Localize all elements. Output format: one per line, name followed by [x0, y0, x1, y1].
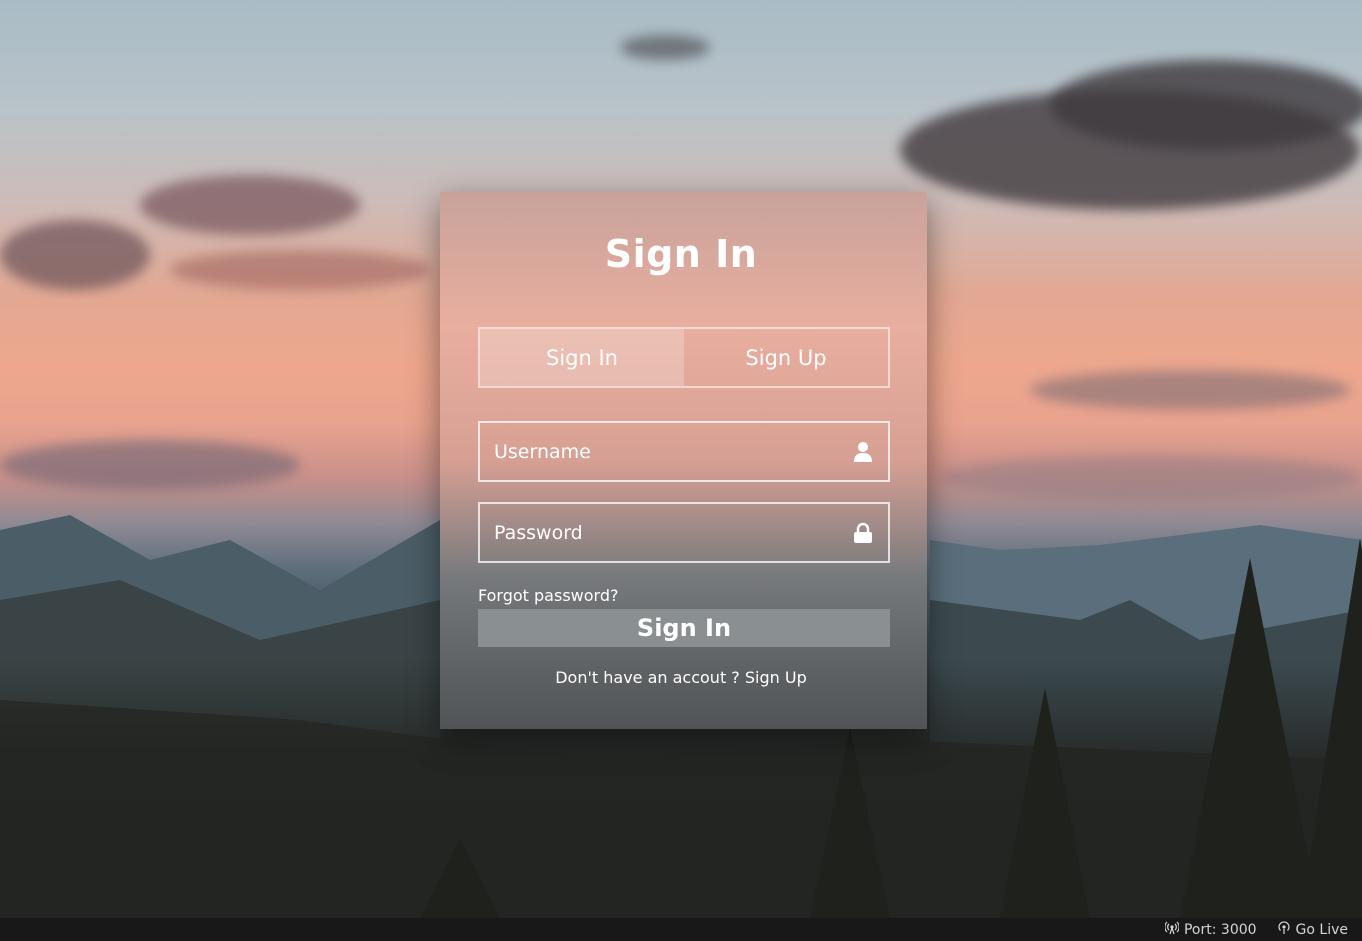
- lock-icon: [852, 521, 874, 545]
- user-icon: [852, 440, 874, 464]
- go-live-label: Go Live: [1295, 921, 1348, 938]
- auth-tabs: Sign In Sign Up: [478, 327, 890, 388]
- broadcast-icon: [1164, 921, 1180, 939]
- password-input[interactable]: [494, 521, 852, 544]
- signup-link[interactable]: Sign Up: [745, 668, 807, 687]
- username-input[interactable]: [494, 440, 852, 463]
- status-bar: Port: 3000 Go Live: [0, 918, 1362, 941]
- card-title: Sign In: [604, 232, 758, 276]
- port-status[interactable]: Port: 3000: [1164, 921, 1257, 939]
- tab-sign-in[interactable]: Sign In: [480, 329, 684, 386]
- go-live-button[interactable]: Go Live: [1277, 920, 1348, 939]
- username-field: [478, 421, 890, 482]
- signup-question: Don't have an accout ?: [555, 668, 740, 687]
- tab-sign-up[interactable]: Sign Up: [684, 329, 888, 386]
- port-label: Port: 3000: [1183, 921, 1257, 938]
- sign-in-button[interactable]: Sign In: [478, 609, 890, 647]
- signup-prompt: Don't have an accout ? Sign Up: [0, 668, 1362, 687]
- forgot-password-link[interactable]: Forgot password?: [478, 586, 618, 605]
- password-field: [478, 502, 890, 563]
- signal-icon: [1277, 920, 1291, 939]
